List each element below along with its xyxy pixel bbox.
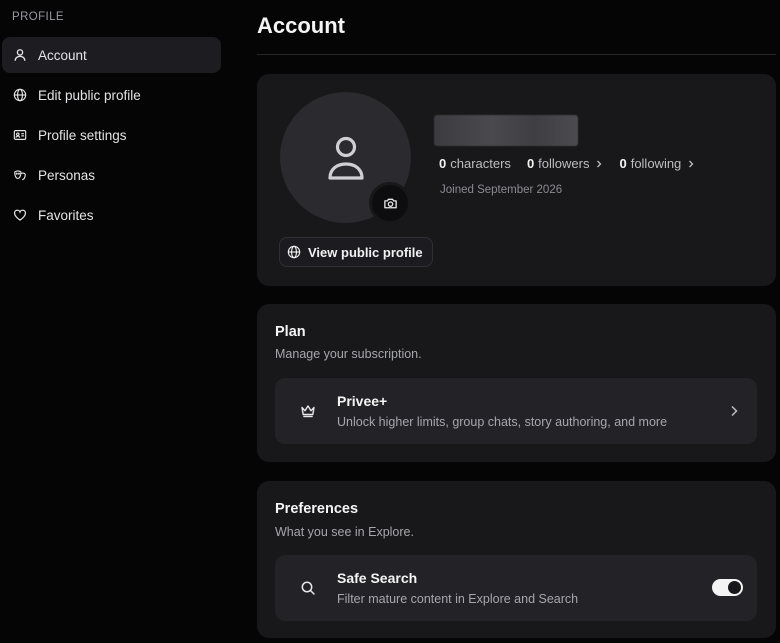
sidebar-item-label: Personas	[38, 167, 96, 183]
change-avatar-button[interactable]	[369, 182, 411, 224]
plan-item-title: Privee+	[337, 393, 388, 409]
sidebar-item-favorites[interactable]: Favorites	[2, 197, 221, 233]
stat-followers-link[interactable]: 0 followers	[527, 156, 604, 171]
view-public-profile-button[interactable]: View public profile	[279, 237, 433, 267]
profile-card: 0 characters 0 followers 0 following Joi…	[257, 74, 776, 286]
title-divider	[257, 54, 776, 55]
sidebar-item-label: Profile settings	[38, 127, 127, 143]
sidebar-item-label: Favorites	[38, 207, 94, 223]
username-redacted	[434, 115, 578, 146]
preferences-subtitle: What you see in Explore.	[275, 525, 414, 539]
sidebar-item-label: Account	[38, 47, 87, 63]
globe-icon	[287, 245, 301, 259]
user-placeholder-icon	[327, 136, 364, 180]
crown-icon	[299, 402, 317, 420]
sidebar-item-edit-public-profile[interactable]: Edit public profile	[2, 77, 221, 113]
sidebar-item-label: Edit public profile	[38, 87, 141, 103]
search-icon	[299, 579, 317, 597]
stat-label: followers	[538, 156, 590, 171]
stat-label: following	[630, 156, 682, 171]
page-title: Account	[257, 13, 345, 38]
stat-label: characters	[450, 156, 511, 171]
sidebar-item-profile-settings[interactable]: Profile settings	[2, 117, 221, 153]
profile-stats: 0 characters 0 followers 0 following	[439, 156, 711, 171]
preferences-card: Preferences What you see in Explore. Saf…	[257, 481, 776, 638]
plan-card: Plan Manage your subscription. Privee+ U…	[257, 304, 776, 462]
chevron-right-icon	[689, 160, 694, 167]
safe-search-row: Safe Search Filter mature content in Exp…	[275, 555, 757, 621]
sidebar-item-personas[interactable]: Personas	[2, 157, 221, 193]
safe-search-toggle[interactable]	[712, 579, 743, 596]
plan-title: Plan	[275, 324, 306, 340]
globe-icon	[12, 87, 28, 103]
plan-subtitle: Manage your subscription.	[275, 347, 422, 361]
plan-item-description: Unlock higher limits, group chats, story…	[337, 415, 668, 429]
safe-search-description: Filter mature content in Explore and Sea…	[337, 592, 579, 606]
camera-icon	[383, 198, 397, 208]
id-card-icon	[12, 127, 28, 143]
sidebar-item-account[interactable]: Account	[2, 37, 221, 73]
sidebar-nav: Account Edit public profile Profile sett…	[2, 37, 221, 237]
preferences-title: Preferences	[275, 501, 359, 517]
safe-search-title: Safe Search	[337, 570, 418, 586]
stat-following-link[interactable]: 0 following	[619, 156, 695, 171]
chevron-right-icon	[597, 160, 602, 167]
stat-value: 0	[439, 156, 447, 171]
joined-date: Joined September 2026	[440, 184, 563, 196]
privee-plus-row[interactable]: Privee+ Unlock higher limits, group chat…	[275, 378, 757, 444]
masks-icon	[12, 167, 28, 183]
user-icon	[12, 47, 28, 63]
heart-icon	[12, 207, 28, 223]
stat-value: 0	[526, 156, 535, 171]
sidebar-heading: PROFILE	[12, 11, 65, 23]
stat-characters: 0 characters	[439, 156, 511, 171]
toggle-knob	[728, 581, 741, 594]
stat-value: 0	[619, 156, 627, 171]
sidebar: PROFILE Account Edit public profile Prof…	[0, 0, 228, 643]
chevron-right-icon	[731, 405, 738, 417]
view-public-profile-label: View public profile	[308, 244, 423, 260]
